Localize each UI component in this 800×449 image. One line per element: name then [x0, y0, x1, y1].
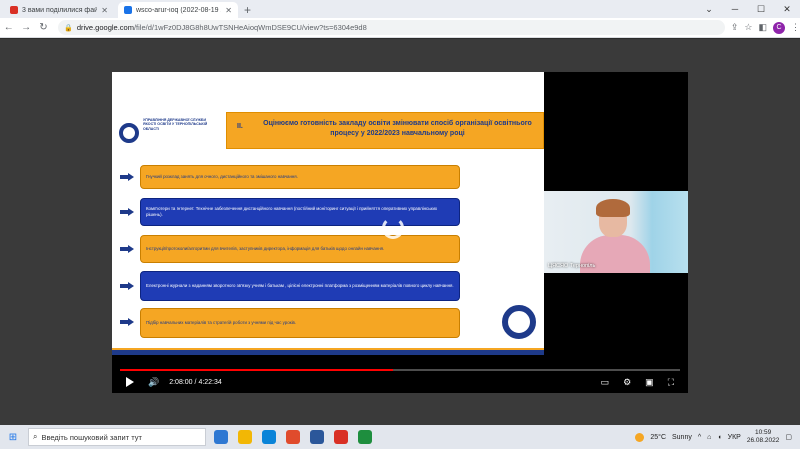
captions-icon[interactable]: ▭	[601, 377, 610, 388]
org-name: УПРАВЛІННЯ ДЕРЖАВНОЇ СЛУЖБИ ЯКОСТІ ОСВІТ…	[143, 118, 208, 131]
clock-time: 10:59	[754, 429, 772, 436]
slide-item-text: Комп'ютери та Інтернет. Технічне забезпе…	[146, 206, 438, 217]
slide-item-text: Електронні журнали з наданням зворотного…	[146, 283, 454, 288]
maximize-icon[interactable]: ☐	[748, 0, 774, 18]
section-number: ІІ.	[237, 123, 243, 130]
arrow-icon	[120, 208, 134, 216]
browser-toolbar: ← → ↻ 🔒 drive.google.com /file/d/1wFz0DJ…	[0, 18, 800, 38]
slide-heading-band: ІІ. Оцінюємо готовність закладу освіти з…	[226, 112, 544, 149]
loading-spinner-icon	[382, 217, 404, 239]
slide-item-text: Підбір навчальних матеріалів та стратегі…	[146, 320, 297, 325]
tab-title: 3 вами поділилися файлом "wsc	[22, 6, 98, 14]
windows-start-icon[interactable]: ⊞	[2, 432, 24, 443]
arrow-icon	[120, 282, 134, 290]
share-icon[interactable]: ⇪	[731, 22, 739, 33]
close-window-icon[interactable]: ✕	[774, 0, 800, 18]
participant-name: ЦЯСЯО Тернопіль	[548, 263, 596, 269]
drive-favicon-icon	[124, 6, 132, 14]
tray-chevron-icon[interactable]: ^	[698, 434, 701, 441]
miniplayer-icon[interactable]: ▣	[645, 377, 654, 388]
forward-icon[interactable]: →	[17, 22, 34, 33]
taskbar-app-icon[interactable]	[214, 430, 228, 444]
close-tab-icon[interactable]: ✕	[225, 6, 232, 15]
org-logo-icon	[119, 123, 139, 143]
arrow-icon	[120, 318, 134, 326]
tab-title: wsco-arur-ioq (2022-08-19 11:01	[136, 6, 221, 14]
notifications-icon[interactable]: ▢	[785, 433, 792, 441]
arrow-icon	[120, 173, 134, 181]
presentation-slide: УПРАВЛІННЯ ДЕРЖАВНОЇ СЛУЖБИ ЯКОСТІ ОСВІТ…	[112, 72, 544, 355]
player-controls: 🔊 2:08:00 / 4:22:34 ▭ ⚙ ▣ ⛶	[120, 374, 680, 390]
taskbar-apps	[214, 430, 372, 444]
bookmark-star-icon[interactable]: ☆	[744, 22, 752, 33]
slide-item: Електронні журнали з наданням зворотного…	[140, 271, 460, 301]
system-tray: 25°C Sunny ^ ⌂ ◖ УКР 10:59 26.08.2022 ▢	[635, 429, 792, 445]
seek-bar-played	[120, 369, 393, 371]
tab-search-icon[interactable]: ⌄	[696, 0, 722, 18]
back-icon[interactable]: ←	[0, 22, 17, 33]
taskbar-app-icon[interactable]	[334, 430, 348, 444]
clock-date: 26.08.2022	[746, 437, 780, 444]
drive-preview-area: УПРАВЛІННЯ ДЕРЖАВНОЇ СЛУЖБИ ЯКОСТІ ОСВІТ…	[0, 39, 800, 425]
weather-sun-icon[interactable]	[635, 432, 645, 442]
taskbar-app-icon[interactable]	[286, 430, 300, 444]
volume-icon[interactable]: 🔊	[148, 377, 159, 388]
slide-bottom-bar	[112, 348, 544, 355]
window-controls: ⌄ ─ ☐ ✕	[696, 0, 800, 18]
browser-tab-1[interactable]: 3 вами поділилися файлом "wsc ✕	[4, 2, 114, 18]
fullscreen-icon[interactable]: ⛶	[668, 377, 674, 388]
decorative-ring-icon	[502, 305, 536, 339]
duration: 4:22:34	[198, 378, 222, 386]
menu-icon[interactable]: ⋮	[791, 22, 800, 33]
language-indicator[interactable]: УКР	[728, 434, 741, 441]
speaker-icon[interactable]: ◖	[717, 434, 721, 441]
presenter-hair	[596, 199, 630, 217]
video-player[interactable]: УПРАВЛІННЯ ДЕРЖАВНОЇ СЛУЖБИ ЯКОСТІ ОСВІТ…	[112, 72, 688, 393]
arrow-icon	[120, 245, 134, 253]
slide-item: Гнучкий розклад занять для очного, диста…	[140, 165, 460, 189]
address-bar[interactable]: 🔒 drive.google.com /file/d/1wFz0DJ8G8h8U…	[58, 20, 725, 35]
browser-tab-strip: 3 вами поділилися файлом "wsc ✕ wsco-aru…	[0, 0, 800, 18]
slide-item: Комп'ютери та Інтернет. Технічне забезпе…	[140, 198, 460, 226]
current-time: 2:08:00	[169, 378, 193, 386]
network-icon[interactable]: ⌂	[707, 434, 711, 441]
close-tab-icon[interactable]: ✕	[101, 6, 108, 15]
play-icon[interactable]	[126, 377, 134, 387]
browser-tab-2[interactable]: wsco-arur-ioq (2022-08-19 11:01 ✕	[118, 2, 238, 18]
reload-icon[interactable]: ↻	[35, 22, 52, 33]
extensions-icon[interactable]: ◧	[758, 22, 767, 33]
slide-item: Інструкції/протоколи/алгоритми для вчите…	[140, 235, 460, 263]
new-tab-button[interactable]: +	[244, 2, 251, 18]
slide-heading: Оцінюємо готовність закладу освіти зміню…	[263, 120, 532, 137]
search-icon: ⌕	[33, 432, 38, 441]
minimize-icon[interactable]: ─	[722, 0, 748, 18]
time-separator: /	[194, 378, 197, 386]
slide-item-text: Гнучкий розклад занять для очного, диста…	[146, 174, 298, 179]
search-placeholder: Введіть пошуковий запит тут	[41, 432, 142, 442]
slide-item: Підбір навчальних матеріалів та стратегі…	[140, 308, 460, 338]
taskbar-app-icon[interactable]	[358, 430, 372, 444]
time-display: 2:08:00 / 4:22:34	[169, 379, 222, 386]
clock[interactable]: 10:59 26.08.2022	[747, 429, 780, 445]
url-path: /file/d/1wFz0DJ8G8h8UwTSNHeAioqWmDSE9CU/…	[133, 23, 367, 32]
profile-avatar[interactable]: C	[772, 21, 785, 34]
gmail-favicon-icon	[10, 6, 18, 14]
lock-icon: 🔒	[64, 24, 73, 32]
taskbar-app-icon[interactable]	[310, 430, 324, 444]
settings-gear-icon[interactable]: ⚙	[623, 377, 631, 388]
webcam-feed: ЦЯСЯО Тернопіль	[544, 191, 688, 273]
taskbar-app-icon[interactable]	[262, 430, 276, 444]
url-host: drive.google.com	[76, 23, 134, 32]
seek-bar[interactable]	[120, 369, 680, 371]
taskbar-app-icon[interactable]	[238, 430, 252, 444]
weather-text[interactable]: Sunny	[672, 434, 692, 441]
taskbar-search-box[interactable]: ⌕ Введіть пошуковий запит тут	[28, 428, 206, 446]
weather-temp[interactable]: 25°C	[650, 434, 666, 441]
slide-item-text: Інструкції/протоколи/алгоритми для вчите…	[146, 246, 385, 251]
windows-taskbar: ⊞ ⌕ Введіть пошуковий запит тут 25°C Sun…	[0, 425, 800, 449]
